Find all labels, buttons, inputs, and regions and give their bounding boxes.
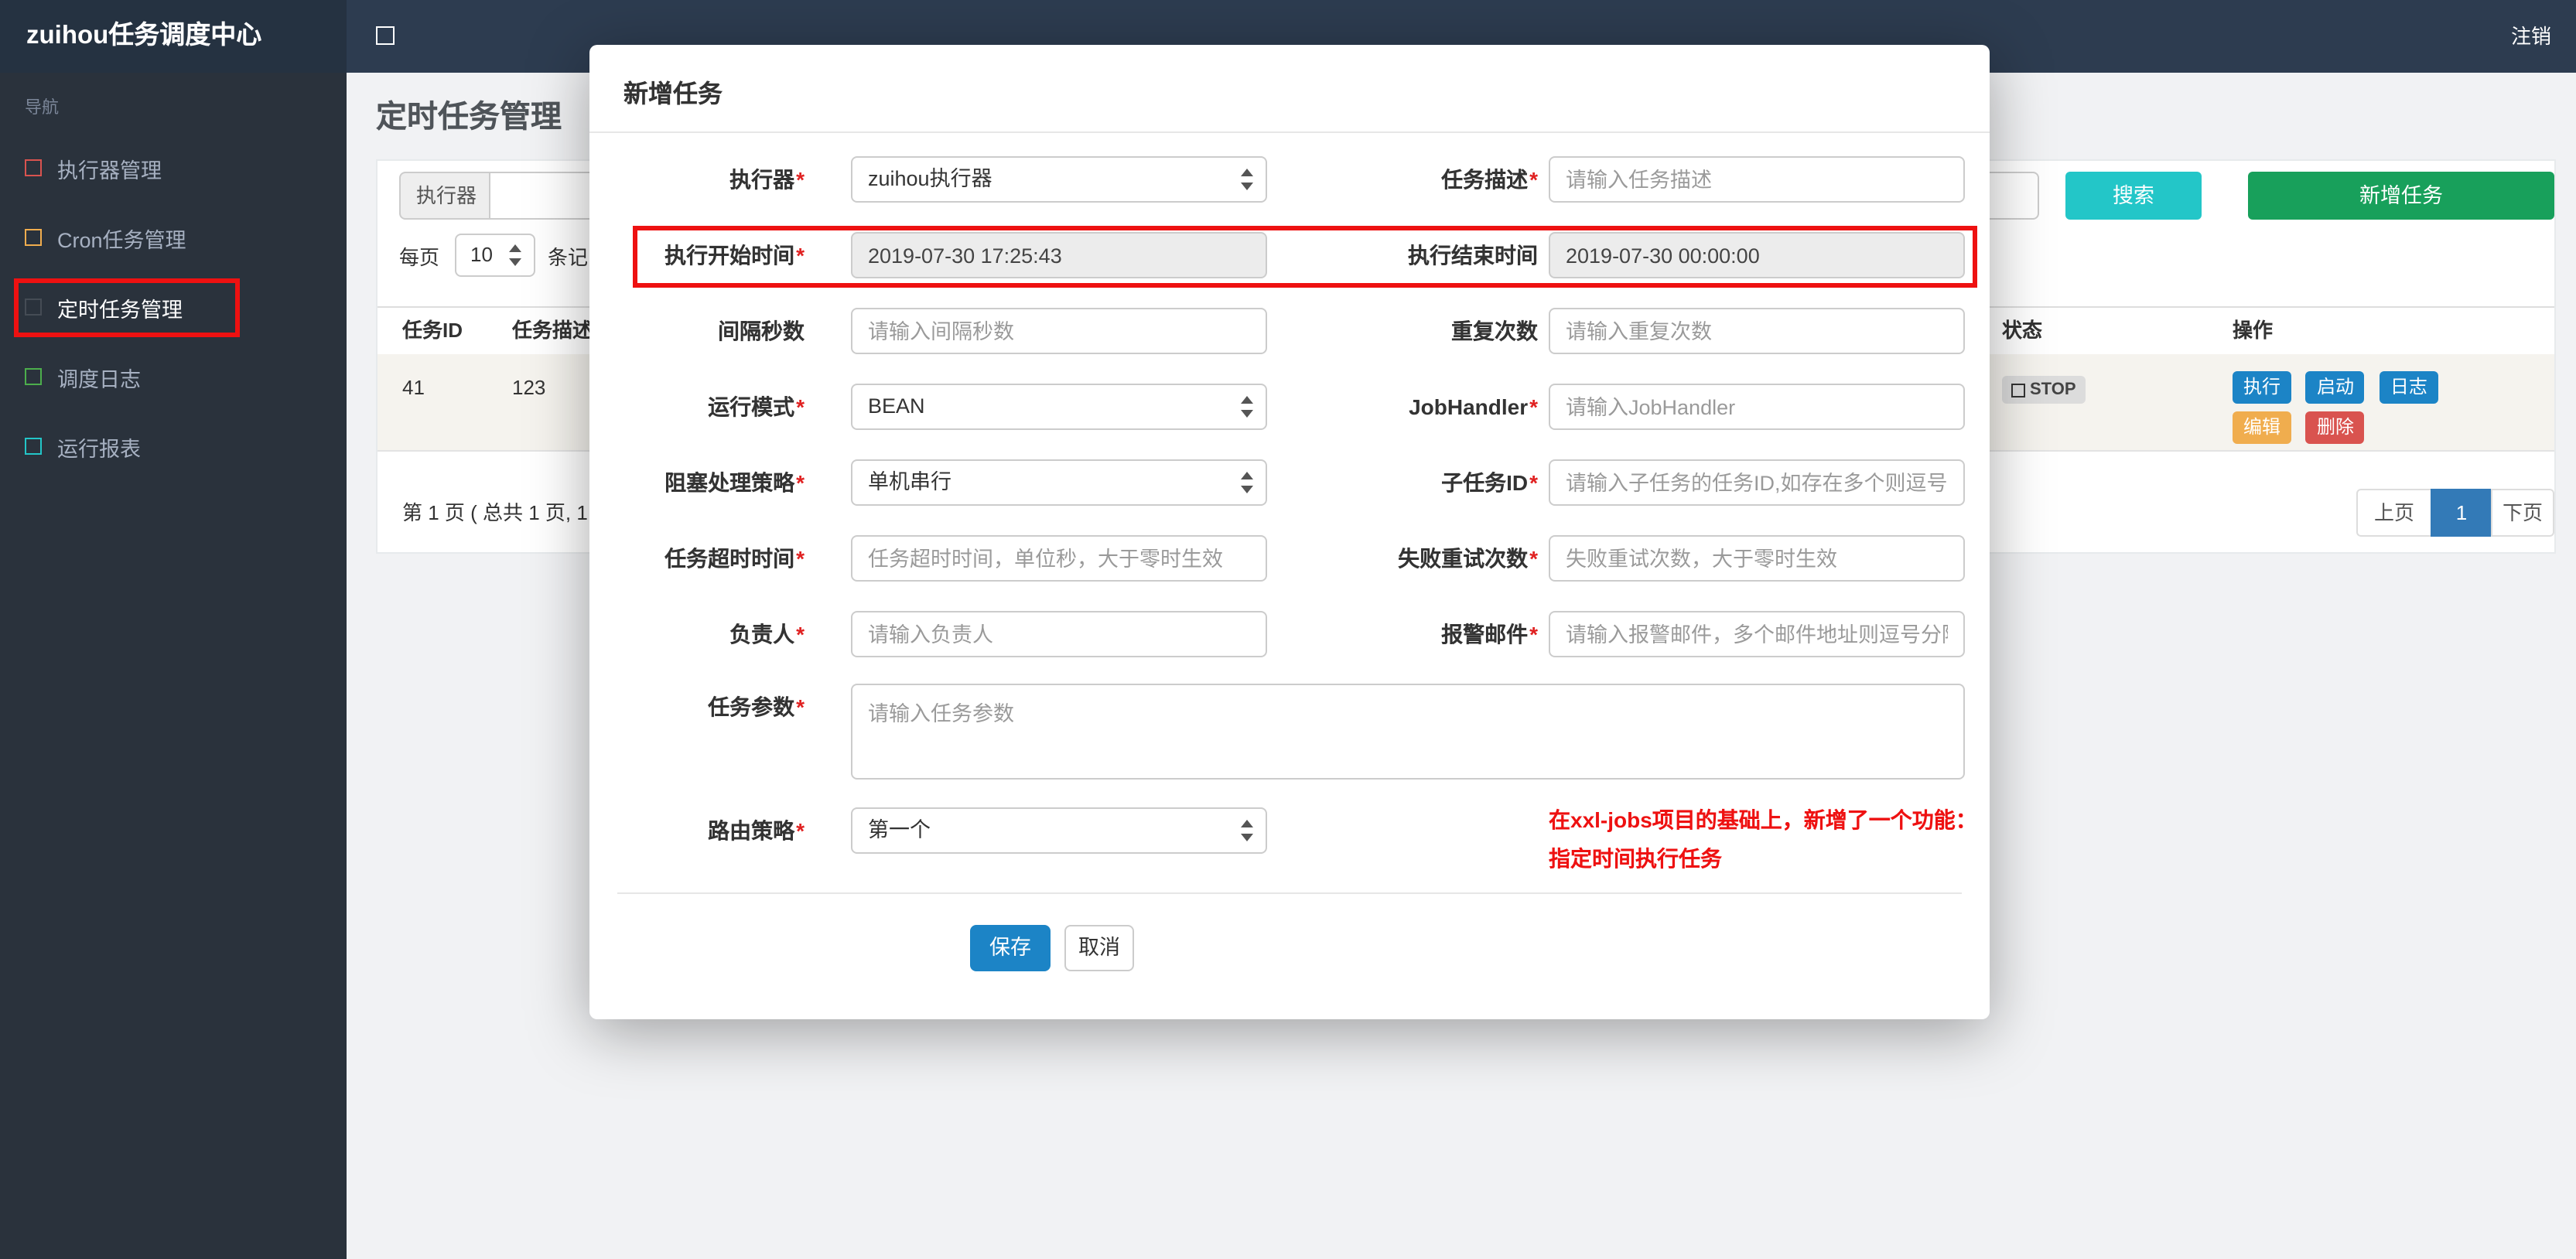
delete-button[interactable]: 删除 <box>2305 411 2365 444</box>
col-status: 状态 <box>2002 319 2043 342</box>
timeout-input[interactable] <box>851 535 1267 582</box>
chevron-updown-icon <box>1241 396 1253 418</box>
owner-input[interactable] <box>851 611 1267 657</box>
sidebar-item-label: 运行报表 <box>57 437 141 460</box>
alarm-email-label: 报警邮件 * <box>1441 622 1538 647</box>
run-mode-select[interactable]: BEAN <box>851 384 1267 430</box>
start-button[interactable]: 启动 <box>2305 371 2365 404</box>
col-job-desc: 任务描述 <box>512 319 593 342</box>
start-time-label: 执行开始时间 * <box>664 243 805 268</box>
pagination-summary: 第 1 页 ( 总共 1 页, 1 <box>402 501 588 524</box>
sidebar-item-label: 定时任务管理 <box>57 298 183 321</box>
logout-link[interactable]: 注销 <box>2511 0 2551 73</box>
col-job-id: 任务ID <box>402 319 463 342</box>
log-button[interactable]: 日志 <box>2379 371 2438 404</box>
sidebar-item-dispatch-log[interactable]: 调度日志 <box>0 342 347 411</box>
jobhandler-input[interactable] <box>1549 384 1965 430</box>
job-param-label: 任务参数 * <box>708 694 805 719</box>
chevron-updown-icon <box>1241 820 1253 841</box>
current-page-button[interactable]: 1 <box>2431 489 2492 537</box>
execute-button[interactable]: 执行 <box>2233 371 2292 404</box>
route-strategy-select-value: 第一个 <box>868 818 931 841</box>
run-report-icon <box>25 438 42 455</box>
end-time-label: 执行结束时间 <box>1408 243 1538 268</box>
run-mode-label: 运行模式 * <box>708 394 805 419</box>
fail-retry-input[interactable] <box>1549 535 1965 582</box>
sidebar-item-label: 执行器管理 <box>57 159 162 182</box>
route-strategy-select[interactable]: 第一个 <box>851 807 1267 854</box>
timeout-label: 任务超时时间 * <box>664 546 805 571</box>
fail-retry-label: 失败重试次数 * <box>1398 546 1538 571</box>
modal-title: 新增任务 <box>624 82 723 108</box>
route-strategy-label: 路由策略 * <box>708 818 805 843</box>
stop-status-icon <box>2011 383 2025 397</box>
run-mode-select-value: BEAN <box>868 394 925 418</box>
per-page-label: 每页 <box>399 246 440 269</box>
jobhandler-label: JobHandler * <box>1409 394 1538 419</box>
per-page-value: 10 <box>470 243 493 266</box>
modal-footer-divider <box>617 892 1962 894</box>
save-button[interactable]: 保存 <box>970 925 1051 971</box>
cell-job-desc: 123 <box>512 376 546 399</box>
brand-title: zuihou任务调度中心 <box>0 0 347 73</box>
executor-label: 执行器 * <box>729 167 805 192</box>
timed-jobs-icon <box>25 299 42 316</box>
app-root: zuihou任务调度中心 注销 导航 执行器管理 Cron任务管理 定时任务管理… <box>0 0 2576 1259</box>
chevron-updown-icon <box>1241 169 1253 190</box>
prev-page-button[interactable]: 上页 <box>2356 489 2432 537</box>
modal-header: 新增任务 <box>589 45 1990 133</box>
block-strategy-select-value: 单机串行 <box>868 470 951 493</box>
block-strategy-select[interactable]: 单机串行 <box>851 459 1267 506</box>
cell-job-id: 41 <box>402 376 425 399</box>
child-job-id-input[interactable] <box>1549 459 1965 506</box>
status-text: STOP <box>2030 380 2076 399</box>
page-title: 定时任务管理 <box>376 101 562 135</box>
chevron-updown-icon <box>1241 472 1253 493</box>
edit-button[interactable]: 编辑 <box>2233 411 2292 444</box>
status-badge: STOP <box>2002 376 2086 404</box>
executor-filter-addon-label: 执行器 <box>399 172 494 220</box>
job-param-textarea[interactable] <box>851 684 1965 780</box>
feature-note-line1: 在xxl-jobs项目的基础上，新增了一个功能： <box>1549 807 1977 832</box>
add-job-button[interactable]: 新增任务 <box>2248 172 2554 220</box>
cron-jobs-icon <box>25 229 42 246</box>
end-time-input[interactable] <box>1549 232 1965 278</box>
sidebar-item-label: 调度日志 <box>57 367 141 391</box>
child-job-id-label: 子任务ID * <box>1441 470 1538 495</box>
search-button[interactable]: 搜索 <box>2065 172 2202 220</box>
cancel-button[interactable]: 取消 <box>1064 925 1134 971</box>
job-desc-input[interactable] <box>1549 156 1965 203</box>
sidebar-item-executor-manage[interactable]: 执行器管理 <box>0 133 347 203</box>
block-strategy-label: 阻塞处理策略 * <box>664 470 805 495</box>
start-time-input[interactable] <box>851 232 1267 278</box>
nav-section-header: 导航 <box>25 99 59 118</box>
collapse-menu-icon[interactable] <box>376 26 395 45</box>
alarm-email-input[interactable] <box>1549 611 1965 657</box>
job-desc-label: 任务描述 * <box>1441 167 1538 192</box>
per-page-select[interactable]: 10 <box>455 234 535 277</box>
col-actions: 操作 <box>2233 319 2274 342</box>
sidebar-item-label: Cron任务管理 <box>57 228 186 251</box>
interval-label: 间隔秒数 <box>718 319 805 343</box>
sidebar-item-run-report[interactable]: 运行报表 <box>0 411 347 481</box>
feature-note: 在xxl-jobs项目的基础上，新增了一个功能： 指定时间执行任务 <box>1549 801 1997 879</box>
sidebar-item-cron-jobs[interactable]: Cron任务管理 <box>0 203 347 272</box>
dispatch-log-icon <box>25 368 42 385</box>
sidebar-item-timed-jobs[interactable]: 定时任务管理 <box>0 272 347 342</box>
interval-input[interactable] <box>851 308 1267 354</box>
feature-note-line2: 指定时间执行任务 <box>1549 846 1722 871</box>
repeat-count-label: 重复次数 <box>1451 319 1538 343</box>
records-suffix-label: 条记 <box>548 246 589 269</box>
chevron-updown-icon <box>509 244 521 266</box>
next-page-button[interactable]: 下页 <box>2491 489 2554 537</box>
add-job-modal: 新增任务 执行器* zuihou执行器 任务描述* 执行开始时间* 执行结束时间… <box>589 45 1990 1019</box>
row-actions: 执行 启动 日志 编辑 删除 <box>2233 371 2446 452</box>
owner-label: 负责人 * <box>729 622 805 647</box>
repeat-count-input[interactable] <box>1549 308 1965 354</box>
executor-manage-icon <box>25 159 42 176</box>
sidebar: 导航 执行器管理 Cron任务管理 定时任务管理 调度日志 运行报表 <box>0 73 347 1259</box>
executor-select[interactable]: zuihou执行器 <box>851 156 1267 203</box>
executor-select-value: zuihou执行器 <box>868 167 992 190</box>
